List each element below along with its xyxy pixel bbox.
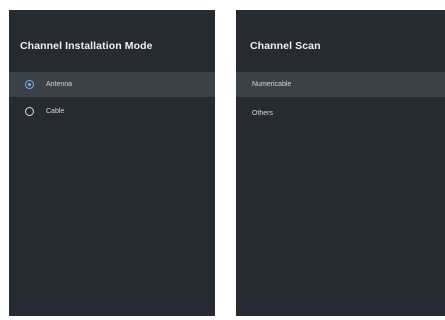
scan-item-numericable[interactable]: Numericable	[236, 72, 445, 97]
option-antenna[interactable]: Antenna	[9, 72, 215, 97]
option-cable[interactable]: Cable	[9, 99, 215, 124]
option-label: Antenna	[46, 81, 73, 88]
channel-scan-panel: Channel Scan Numericable Others	[236, 10, 445, 316]
option-label: Cable	[46, 108, 65, 115]
panel-title: Channel Installation Mode	[20, 40, 153, 52]
radio-selected-icon[interactable]	[25, 80, 34, 89]
panel-title: Channel Scan	[250, 40, 321, 52]
scan-item-label: Numericable	[252, 81, 292, 88]
radio-unselected-icon[interactable]	[25, 107, 34, 116]
scan-item-label: Others	[252, 110, 274, 117]
scan-item-others[interactable]: Others	[236, 101, 445, 126]
channel-installation-mode-panel: Channel Installation Mode Antenna Cable	[9, 10, 215, 316]
